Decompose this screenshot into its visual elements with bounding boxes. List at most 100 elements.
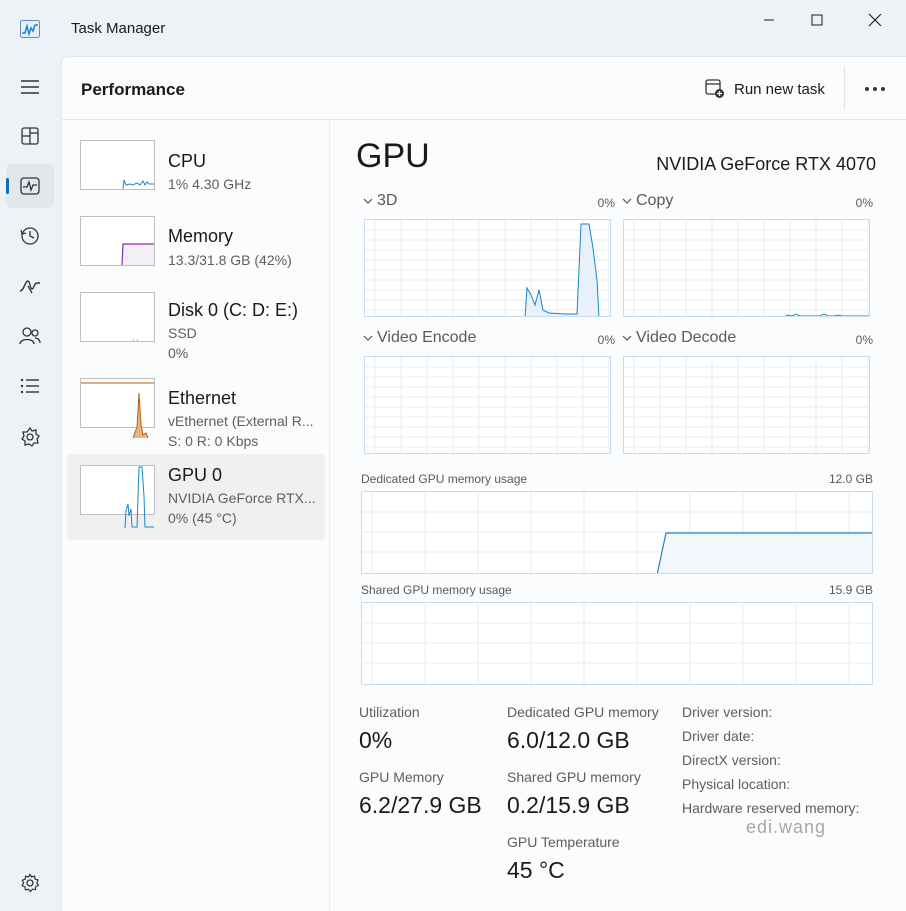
utilization-label: Utilization: [359, 704, 420, 720]
resource-name-disk: Disk 0 (C: D: E:): [168, 300, 299, 320]
driver-date-label: Driver date:: [682, 728, 755, 744]
disk-thumbnail-graph: [80, 292, 155, 342]
resource-detail-gpu-usage: 0% (45 °C): [168, 510, 237, 526]
directx-version-label: DirectX version:: [682, 752, 781, 768]
ethernet-thumbnail-graph: [80, 378, 155, 439]
nav-details[interactable]: [6, 364, 54, 408]
gpu-model-name: NVIDIA GeForce RTX 4070: [656, 154, 876, 174]
engine-copy-label: Copy: [636, 192, 674, 209]
engine-copy-graph: [623, 219, 870, 317]
startup-apps-icon: [19, 280, 40, 294]
engine-video-encode-label: Video Encode: [377, 329, 477, 346]
dedicated-memory-label: Dedicated GPU memory: [507, 704, 659, 720]
nav-services[interactable]: [6, 415, 54, 459]
engine-video-decode-graph: [623, 356, 870, 454]
resource-item-gpu[interactable]: GPU 0 NVIDIA GeForce RTX... 0% (45 °C): [67, 454, 325, 540]
memory-thumbnail-graph: [80, 216, 155, 266]
page-title: Performance: [81, 80, 185, 99]
app-history-icon: [20, 227, 39, 245]
nav-users[interactable]: [6, 314, 54, 358]
chevron-down-icon: [363, 335, 373, 341]
resource-detail-ethernet-adapter: vEthernet (External R...: [168, 413, 314, 429]
engine-video-encode-selector[interactable]: Video Encode: [363, 329, 476, 347]
performance-icon: [20, 177, 40, 195]
gpu-temperature-value: 45 °C: [507, 857, 565, 883]
gpu-heading: GPU: [356, 137, 430, 175]
engine-video-encode-percent: 0%: [597, 333, 615, 347]
services-icon: [21, 426, 40, 447]
dedicated-memory-value: 6.0/12.0 GB: [507, 727, 630, 753]
shared-memory-graph: [361, 602, 873, 685]
run-new-task-label: Run new task: [734, 80, 825, 98]
dedicated-memory-graph-label: Dedicated GPU memory usage: [361, 472, 528, 486]
hamburger-icon: [21, 80, 39, 94]
nav-processes[interactable]: [6, 114, 54, 158]
resource-detail-ethernet-throughput: S: 0 R: 0 Kbps: [168, 433, 259, 449]
close-button[interactable]: [852, 6, 898, 34]
panel-header: Performance Run new task: [62, 57, 906, 120]
resource-detail-memory: 13.3/31.8 GB (42%): [168, 252, 292, 268]
engine-video-decode-selector[interactable]: Video Decode: [622, 329, 736, 347]
gpu-memory-label: GPU Memory: [359, 769, 444, 785]
resource-list: CPU 1% 4.30 GHz Memory 13.3/31.8 GB (42%…: [62, 120, 330, 911]
resource-detail-disk-usage: 0%: [168, 345, 189, 361]
gpu-temperature-label: GPU Temperature: [507, 834, 620, 850]
resource-item-ethernet[interactable]: Ethernet vEthernet (External R... S: 0 R…: [67, 368, 325, 454]
engine-copy-selector[interactable]: Copy: [622, 192, 673, 210]
close-icon: [868, 13, 882, 27]
shared-memory-graph-label: Shared GPU memory usage: [361, 583, 512, 597]
minimize-button[interactable]: [746, 6, 792, 34]
title-bar: Task Manager: [0, 0, 906, 56]
shared-memory-graph-max: 15.9 GB: [828, 583, 873, 597]
maximize-icon: [811, 14, 823, 26]
maximize-button[interactable]: [794, 6, 840, 34]
engine-3d-label: 3D: [377, 192, 398, 209]
engine-video-decode-percent: 0%: [855, 333, 873, 347]
shared-memory-value: 0.2/15.9 GB: [507, 792, 630, 818]
dedicated-memory-graph-max: 12.0 GB: [828, 472, 873, 486]
resource-name-cpu: CPU: [168, 151, 207, 171]
utilization-value: 0%: [359, 727, 393, 753]
resource-item-cpu[interactable]: CPU 1% 4.30 GHz: [67, 130, 325, 216]
shared-memory-label: Shared GPU memory: [507, 769, 641, 785]
resource-detail-disk-type: SSD: [168, 325, 197, 341]
nav-app-history[interactable]: [6, 214, 54, 258]
minimize-icon: [764, 19, 774, 21]
main-panel: Performance Run new task CPU 1% 4.30 GHz…: [61, 56, 906, 911]
hardware-reserved-memory-label: Hardware reserved memory:: [682, 800, 860, 816]
resource-name-ethernet: Ethernet: [168, 388, 237, 408]
details-icon: [20, 378, 39, 394]
navigation-rail: [0, 56, 61, 911]
driver-version-label: Driver version:: [682, 704, 773, 720]
dedicated-memory-graph: [361, 491, 873, 574]
nav-settings[interactable]: [6, 861, 54, 905]
engine-video-decode-label: Video Decode: [636, 329, 737, 346]
engine-video-encode-graph: [364, 356, 611, 454]
chevron-down-icon: [363, 198, 373, 204]
processes-icon: [21, 127, 39, 145]
gpu-memory-value: 6.2/27.9 GB: [359, 792, 482, 818]
physical-location-label: Physical location:: [682, 776, 791, 792]
nav-menu-toggle[interactable]: [6, 65, 54, 109]
window-title: Task Manager: [71, 20, 166, 37]
more-options-button[interactable]: [858, 75, 892, 103]
engine-copy-percent: 0%: [855, 196, 873, 210]
chevron-down-icon: [622, 335, 632, 341]
run-new-task-icon: [705, 79, 724, 98]
engine-3d-graph: [364, 219, 611, 317]
resource-detail-gpu-model: NVIDIA GeForce RTX...: [168, 490, 316, 506]
cpu-thumbnail-graph: [80, 140, 155, 190]
nav-startup-apps[interactable]: [6, 264, 54, 308]
nav-performance[interactable]: [6, 164, 54, 208]
run-new-task-button[interactable]: Run new task: [705, 76, 825, 102]
engine-3d-selector[interactable]: 3D: [363, 192, 397, 210]
more-options-icon: [865, 87, 885, 91]
task-manager-app-icon: [20, 20, 40, 38]
resource-detail-cpu: 1% 4.30 GHz: [168, 176, 252, 192]
users-icon: [19, 327, 41, 345]
chevron-down-icon: [622, 198, 632, 204]
settings-icon: [21, 873, 40, 893]
watermark: edi.wang: [746, 817, 827, 837]
resource-item-disk[interactable]: Disk 0 (C: D: E:) SSD 0%: [67, 280, 325, 366]
header-divider: [844, 67, 845, 109]
